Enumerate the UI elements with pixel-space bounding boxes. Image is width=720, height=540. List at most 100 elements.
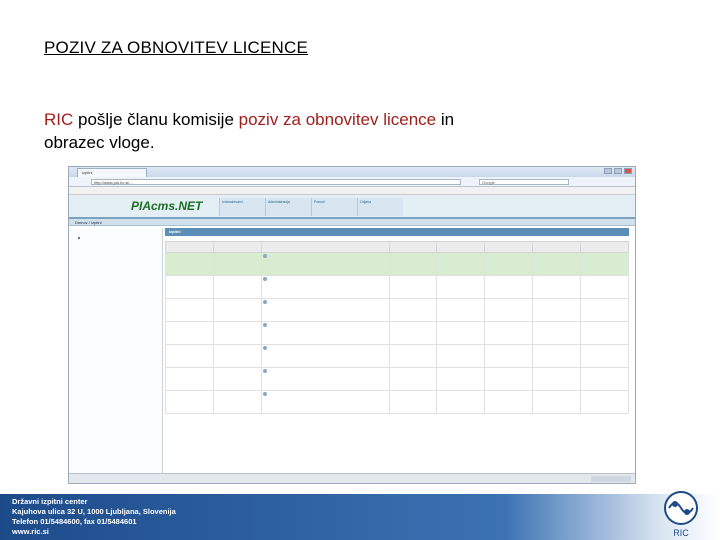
table-cell: [260, 298, 390, 322]
site-logo: PIAcms.NET: [131, 199, 203, 213]
table-cell: [484, 367, 534, 391]
table-cell: [165, 252, 214, 276]
document-icon[interactable]: [262, 346, 267, 351]
column-header[interactable]: [532, 241, 582, 253]
browser-screenshot: Izpitni http://www.pia.ric.si/... Google…: [68, 166, 636, 484]
column-header[interactable]: [165, 241, 214, 253]
table-cell: [388, 390, 438, 414]
url-input[interactable]: http://www.pia.ric.si/...: [91, 179, 461, 185]
footer-org: Državni izpitni center: [12, 497, 88, 506]
maximize-icon[interactable]: [614, 168, 622, 174]
ric-logo-icon: RIC: [664, 491, 698, 538]
body-poziv: poziv za obnovitev licence: [238, 110, 441, 129]
table-cell: [532, 298, 582, 322]
nav-item[interactable]: Odjava: [357, 198, 403, 216]
close-icon[interactable]: [624, 168, 632, 174]
table-cell: [388, 275, 438, 299]
body-text-a: pošlje članu komisije: [78, 110, 239, 129]
footer-web[interactable]: www.ric.si: [12, 527, 176, 537]
table-row[interactable]: [165, 390, 629, 414]
table-cell: [388, 367, 438, 391]
status-indicator: [591, 476, 631, 482]
table-cell: [436, 321, 486, 345]
nav-item[interactable]: Izobraževalni: [219, 198, 265, 216]
table-cell: [165, 321, 214, 345]
table-cell: [260, 390, 390, 414]
table-cell: [165, 390, 214, 414]
table-row[interactable]: [165, 275, 629, 299]
table-cell: [532, 321, 582, 345]
table-cell: [580, 321, 629, 345]
table-cell: [260, 275, 390, 299]
document-icon[interactable]: [262, 369, 267, 374]
browser-titlebar: Izpitni: [69, 167, 635, 177]
table-cell: [436, 252, 486, 276]
window-buttons: [604, 168, 632, 174]
document-icon[interactable]: [262, 323, 267, 328]
document-icon[interactable]: [262, 254, 267, 259]
browser-tab[interactable]: Izpitni: [77, 168, 147, 177]
table-cell: [212, 298, 262, 322]
table-cell: [484, 390, 534, 414]
table-row[interactable]: [165, 252, 629, 276]
document-icon[interactable]: [262, 300, 267, 305]
table-cell: [580, 344, 629, 368]
table-cell: [212, 344, 262, 368]
table-row[interactable]: [165, 367, 629, 391]
column-header[interactable]: [436, 241, 486, 253]
table-cell: [484, 298, 534, 322]
table-cell: [580, 252, 629, 276]
table-cell: [260, 321, 390, 345]
table-cell: [580, 298, 629, 322]
column-header[interactable]: [580, 241, 629, 253]
column-header[interactable]: [260, 241, 390, 253]
table-cell: [212, 367, 262, 391]
footer-address: Kajuhova ulica 32 U, 1000 Ljubljana, Slo…: [12, 507, 176, 516]
table-cell: [484, 275, 534, 299]
table-cell: [436, 275, 486, 299]
browser-menubar: [69, 187, 635, 195]
site-top-nav: Izobraževalni Administracija Pomoč Odjav…: [219, 198, 403, 216]
table-cell: [532, 390, 582, 414]
table-row[interactable]: [165, 344, 629, 368]
footer-phone: Telefon 01/5484600, fax 01/5484601: [12, 517, 137, 526]
minimize-icon[interactable]: [604, 168, 612, 174]
table-cell: [436, 390, 486, 414]
table-cell: [532, 367, 582, 391]
table-cell: [436, 298, 486, 322]
nav-item[interactable]: Pomoč: [311, 198, 357, 216]
table-cell: [580, 275, 629, 299]
table-cell: [436, 344, 486, 368]
site-subbar: Domov / Izpitni: [69, 219, 635, 226]
table-cell: [580, 367, 629, 391]
main-panel-header: Izpitni: [165, 228, 629, 236]
nav-item[interactable]: Administracija: [265, 198, 311, 216]
browser-statusbar: [69, 473, 635, 483]
slide-title: POZIV ZA OBNOVITEV LICENCE: [44, 38, 309, 57]
table-cell: [532, 344, 582, 368]
ric-logo-text: RIC: [673, 528, 689, 538]
table-cell: [532, 252, 582, 276]
table-cell: [388, 321, 438, 345]
browser-search-input[interactable]: Google: [479, 179, 569, 185]
slide-body: RIC pošlje članu komisije poziv za obnov…: [44, 108, 464, 154]
column-header[interactable]: [388, 241, 438, 253]
column-header[interactable]: [484, 241, 534, 253]
table-cell: [532, 275, 582, 299]
records-table: [165, 241, 629, 414]
table-cell: [260, 344, 390, 368]
document-icon[interactable]: [262, 277, 267, 282]
document-icon[interactable]: [262, 392, 267, 397]
body-ric: RIC: [44, 110, 78, 129]
table-row[interactable]: [165, 298, 629, 322]
footer-contact: Državni izpitni center Kajuhova ulica 32…: [12, 497, 176, 537]
table-cell: [484, 344, 534, 368]
column-header[interactable]: [212, 241, 262, 253]
site-header: PIAcms.NET Izobraževalni Administracija …: [69, 195, 635, 219]
main-panel: Izpitni: [165, 228, 629, 473]
table-row[interactable]: [165, 321, 629, 345]
table-cell: [388, 344, 438, 368]
table-cell: [484, 252, 534, 276]
table-cell: [212, 252, 262, 276]
table-cell: [165, 344, 214, 368]
